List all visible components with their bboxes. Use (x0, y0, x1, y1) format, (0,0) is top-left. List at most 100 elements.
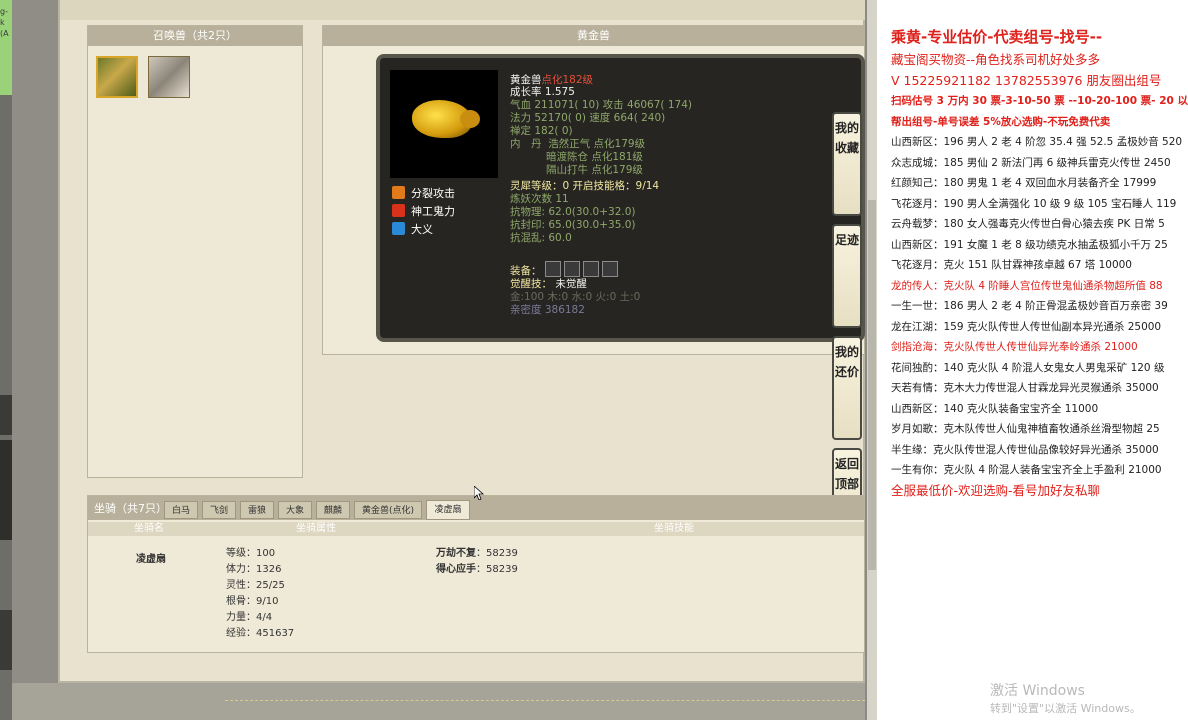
note-line: 全服最低价-欢迎选购-看号加好友私聊 (891, 482, 1101, 498)
pet-mp-spd: 法力 52170( 0) 速度 664( 240) (510, 112, 666, 124)
note-lines: 乘黄-专业估价-代卖组号-找号-- 藏宝阁买物资--角色找系司机好处多多 V 152… (891, 24, 1188, 665)
column-mount-skill: 坐骑技能 (654, 523, 694, 534)
mount-tab[interactable]: 白马 (164, 501, 198, 519)
left-window-dark-area (0, 395, 12, 435)
equip-slot-icon[interactable] (563, 261, 580, 277)
empty-note-line (891, 501, 1188, 522)
divine-power-icon (392, 204, 405, 217)
pet-skill[interactable]: 分裂攻击 (392, 186, 455, 202)
note-line: 山西新区：140 克火队装备宝宝齐全 11000 (891, 402, 1099, 415)
pet-image (390, 70, 498, 178)
empty-note-line (891, 604, 1188, 625)
mount-attr: 力量：4/4 (226, 612, 273, 623)
empty-note-line (891, 522, 1188, 543)
mount-panel-title: 坐骑（共7只） (94, 502, 167, 515)
mount-skill: 得心应手：58239 (436, 564, 518, 575)
pet-neidan: 内 丹 浩然正气 点化179级 (510, 138, 646, 150)
mount-column-header: 坐骑名 坐骑属性 坐骑技能 (88, 522, 864, 536)
mount-attr: 体力：1326 (226, 564, 282, 575)
summon-avatar-2[interactable] (148, 56, 190, 98)
note-line: 众志成城：185 男仙 2 新法门再 6 级神兵雷克火传世 2450 (891, 156, 1171, 169)
empty-note-line (891, 645, 1188, 666)
note-line: 岁月如歌：克木队传世人仙鬼神植畜牧通杀丝滑型物超 25 (891, 423, 1160, 435)
left-window-text: g-k(A (0, 7, 9, 38)
summon-avatar-1[interactable] (96, 56, 138, 98)
activate-windows-title: 激活 Windows (990, 683, 1085, 699)
pet-spirit: 灵犀等级：0 开启技能格：9/14 (510, 180, 660, 192)
pet-upgrade: 点化182级 (541, 74, 594, 86)
mount-tab[interactable]: 黄金兽(点化) (354, 501, 422, 519)
left-window-dark-area (0, 440, 12, 540)
note-line: 龙的传人：克火队 4 阶睡人宫位传世鬼仙通杀物超所值 88 (891, 279, 1163, 292)
pet-panel-header: 黄金兽 (323, 26, 864, 46)
mount-attr: 经验：451637 (226, 628, 295, 639)
pet-res-seal: 抗封印: 65.0(30.0+35.0) (510, 219, 636, 231)
pet-growth: 成长率 1.575 (510, 86, 575, 98)
game-top-bar (60, 0, 865, 20)
note-line: 天若有情：克木大力传世混人甘霖龙异光灵猴通杀 35000 (891, 382, 1159, 394)
equip-slot-icon[interactable] (544, 261, 561, 277)
note-line: 乘黄-专业估价-代卖组号-找号-- (891, 28, 1103, 46)
equip-slot-icon[interactable] (582, 261, 599, 277)
note-line: 云舟载梦：180 女人强毒克火传世白骨心猿去疾 PK 日常 5 (891, 218, 1165, 230)
mouse-cursor-icon (474, 486, 484, 500)
note-line: 山西新区：196 男人 2 老 4 阶忽 35.4 强 52.5 孟极妙音 52… (891, 136, 1183, 148)
note-line: 藏宝阁买物资--角色找系司机好处多多 (891, 52, 1101, 67)
column-mount-attr: 坐骑属性 (296, 523, 336, 534)
pet-intimacy: 亲密度 386182 (510, 304, 585, 316)
pet-elements: 金:100 木:0 水:0 火:0 土:0 (510, 291, 641, 303)
mount-panel: 坐骑（共7只） 白马 飞剑 雷狼 大象 麒麟 黄金兽(点化) 凌虚扇 坐骑名 坐… (87, 495, 865, 653)
divider (225, 700, 865, 701)
mount-tab[interactable]: 大象 (278, 501, 312, 519)
activate-windows-subtitle: 转到"设置"以激活 Windows。 (990, 702, 1141, 715)
note-line: 红颜知己：180 男鬼 1 老 4 双回血水月装备齐全 17999 (891, 177, 1157, 189)
pet-neidan-3: 隔山打牛 点化179级 (546, 164, 643, 176)
golden-beast-head (460, 110, 480, 128)
note-line: 扫码估号 3 万内 30 票-3-10-50 票 --10-20-100 票- … (891, 95, 1188, 107)
pet-skill[interactable]: 大义 (392, 222, 433, 238)
note-line: 龙在江湖：159 克火队传世人传世仙副本异光通杀 25000 (891, 320, 1162, 333)
note-line: 帮出组号-单号误差 5%放心选购-不玩免费代卖 (891, 115, 1111, 128)
note-line: 山西新区：191 女魔 1 老 8 级功绩克水抽孟极狐小千万 25 (891, 238, 1168, 251)
mount-attr: 等级：100 (226, 548, 276, 559)
empty-note-line (891, 542, 1188, 563)
mount-name: 凌虚扇 (136, 554, 166, 565)
pet-fix: 禅定 182( 0) (510, 125, 573, 137)
equip-slot-icon[interactable] (601, 261, 618, 277)
pet-hp-atk: 气血 211071( 10) 攻击 46067( 174) (510, 99, 692, 111)
pet-refine: 炼妖次数 11 (510, 193, 569, 205)
column-mount-name: 坐骑名 (134, 523, 164, 534)
note-line: 半生缘：克火队传世混人传世仙品像较好异光通杀 35000 (891, 443, 1159, 456)
mount-tab[interactable]: 飞剑 (202, 501, 236, 519)
empty-note-line (891, 583, 1188, 604)
note-line: 飞花逐月：190 男人全满强化 10 级 9 级 105 宝石睡人 119 (891, 197, 1177, 210)
my-favorites-button[interactable]: 我的收藏 (832, 112, 862, 216)
warrior-portrait-icon (98, 58, 136, 96)
my-counteroffer-button[interactable]: 我的还价 (832, 336, 862, 440)
footprint-button[interactable]: 足迹 (832, 224, 862, 328)
pet-neidan-2: 暗渡陈仓 点化181级 (546, 151, 643, 163)
summon-panel: 召唤兽（共2只） (87, 25, 303, 478)
note-document: 乘黄-专业估价-代卖组号-找号-- 藏宝阁买物资--角色找系司机好处多多 V 152… (877, 0, 1188, 720)
mount-tab-active[interactable]: 凌虚扇 (426, 500, 470, 520)
mount-tab[interactable]: 麒麟 (316, 501, 350, 519)
pet-skill[interactable]: 神工鬼力 (392, 204, 455, 220)
game-bottom-area (12, 683, 865, 720)
pet-equip: 装备： (510, 261, 618, 277)
pet-detail-tooltip: 分裂攻击 神工鬼力 大义 黄金兽点化182级 成长率 1.575 气血 2110… (376, 54, 865, 342)
pet-name-line: 黄金兽点化182级 (510, 74, 593, 86)
pet-res-phy: 抗物理: 62.0(30.0+32.0) (510, 206, 636, 218)
mount-attr: 灵性：25/25 (226, 580, 285, 591)
note-line: 飞花逐月：克火 151 队甘霖神孩卓越 67 塔 10000 (891, 259, 1132, 271)
knight-portrait-icon (149, 57, 189, 97)
left-window-dark-area (0, 610, 12, 670)
pet-name: 黄金兽 (510, 74, 542, 86)
note-line: 剑指沧海：克火队传世人传世仙异光奉岭通杀 21000 (891, 341, 1138, 353)
pet-awaken: 觉醒技： 未觉醒 (510, 278, 587, 290)
empty-note-line (891, 563, 1188, 584)
mount-tab[interactable]: 雷狼 (240, 501, 274, 519)
mount-attr: 根骨：9/10 (226, 596, 279, 607)
empty-note-line (891, 624, 1188, 645)
note-line: 一生有你：克火队 4 阶混人装备宝宝齐全上手盈利 21000 (891, 464, 1162, 476)
page-scrollbar-thumb[interactable] (868, 200, 876, 570)
